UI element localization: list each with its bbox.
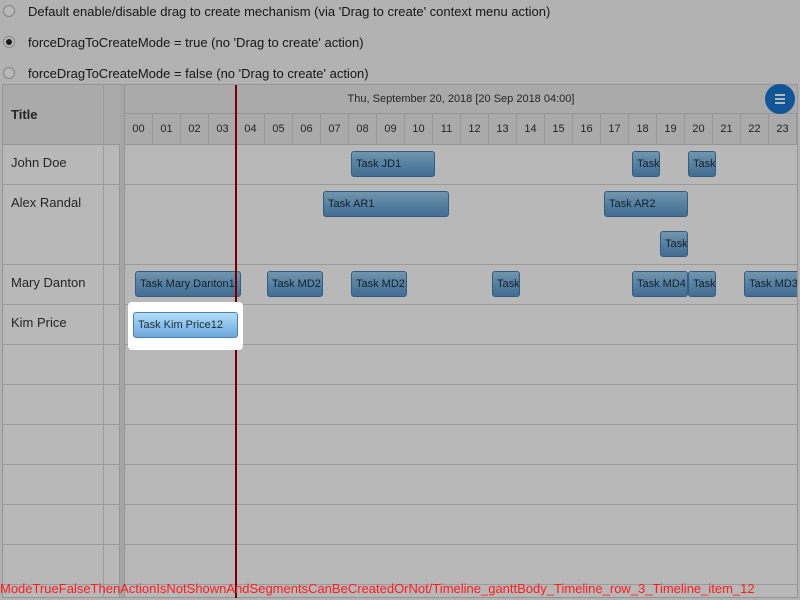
empty-row	[3, 425, 120, 465]
timeline-empty-row	[125, 505, 797, 545]
hour-label: 10	[405, 114, 433, 145]
radio-default-icon[interactable]	[3, 5, 15, 17]
resource-row-alex-randal[interactable]: Alex Randal	[3, 185, 120, 265]
hour-label: 08	[349, 114, 377, 145]
task-jd2[interactable]: Task	[632, 151, 660, 177]
empty-row	[3, 385, 120, 425]
task-jd3[interactable]: Task	[688, 151, 716, 177]
hour-label: 12	[461, 114, 489, 145]
resource-row-mary-danton[interactable]: Mary Danton	[3, 265, 120, 305]
radio-force-false-label: forceDragToCreateMode = false (no 'Drag …	[28, 65, 369, 81]
menu-icon[interactable]	[765, 84, 795, 114]
timeline-empty-row	[125, 345, 797, 385]
hour-label: 14	[517, 114, 545, 145]
hour-label: 03	[209, 114, 237, 145]
timeline-row-mary-danton[interactable]: Task Mary Danton1 Task MD2 Task MD2 Task…	[125, 265, 797, 305]
highlighted-task-card: Task Kim Price12	[128, 302, 243, 350]
resource-name: Mary Danton	[11, 275, 86, 290]
resource-name: John Doe	[11, 155, 67, 170]
task-ar2[interactable]: Task AR2	[604, 191, 688, 217]
task-md5[interactable]: Task MD4	[632, 271, 688, 297]
debug-path-text: ModeTrueFalseThenActionIsNotShownAndSegm…	[0, 581, 755, 596]
hour-label: 09	[377, 114, 405, 145]
radio-default-label: Default enable/disable drag to create me…	[28, 3, 551, 19]
empty-row	[3, 505, 120, 545]
task-md7[interactable]: Task MD3	[744, 271, 797, 297]
timeline-empty-row	[125, 465, 797, 505]
timeline-empty-row	[125, 545, 797, 585]
resource-name: Alex Randal	[11, 195, 82, 210]
hour-label: 15	[545, 114, 573, 145]
task-kim-price[interactable]: Task Kim Price12	[133, 312, 238, 338]
hour-label: 19	[657, 114, 685, 145]
hour-label: 04	[237, 114, 265, 145]
hour-label: 05	[265, 114, 293, 145]
timeline-header: Thu, September 20, 2018 [20 Sep 2018 04:…	[125, 85, 797, 145]
hour-label: 21	[713, 114, 741, 145]
hour-label: 11	[433, 114, 461, 145]
task-jd1[interactable]: Task JD1	[351, 151, 435, 177]
task-md4[interactable]: Task	[492, 271, 520, 297]
gantt-chart: Title John Doe Alex Randal Mary Danton K…	[2, 84, 798, 598]
hour-label: 01	[153, 114, 181, 145]
radio-force-true-label: forceDragToCreateMode = true (no 'Drag t…	[28, 34, 364, 50]
hour-label: 00	[125, 114, 153, 145]
empty-row	[3, 345, 120, 385]
timeline-empty-row	[125, 385, 797, 425]
task-md1[interactable]: Task Mary Danton1	[135, 271, 241, 297]
hour-label: 07	[321, 114, 349, 145]
hour-label: 18	[629, 114, 657, 145]
radio-force-true-icon[interactable]	[3, 36, 15, 48]
resource-table: Title John Doe Alex Randal Mary Danton K…	[3, 85, 120, 597]
timeline-row-alex-randal[interactable]: Task AR1 Task AR2 Task	[125, 185, 797, 265]
task-ar1[interactable]: Task AR1	[323, 191, 449, 217]
timeline-hour-row: 00 01 02 03 04 05 06 07 08 09 10 11 12 1…	[125, 113, 797, 145]
hour-label: 17	[601, 114, 629, 145]
radio-force-false-icon[interactable]	[3, 67, 15, 79]
hour-label: 23	[769, 114, 797, 145]
hour-label: 20	[685, 114, 713, 145]
timeline-empty-row	[125, 425, 797, 465]
screenshot-root: Default enable/disable drag to create me…	[0, 0, 800, 600]
hour-label: 22	[741, 114, 769, 145]
timeline-row-john-doe[interactable]: Task JD1 Task Task	[125, 145, 797, 185]
resource-row-kim-price[interactable]: Kim Price	[3, 305, 120, 345]
resource-name: Kim Price	[11, 315, 67, 330]
empty-row	[3, 465, 120, 505]
title-column-header[interactable]: Title	[11, 107, 38, 122]
task-ar3[interactable]: Task	[660, 231, 688, 257]
resource-row-john-doe[interactable]: John Doe	[3, 145, 120, 185]
hour-label: 13	[489, 114, 517, 145]
hour-label: 02	[181, 114, 209, 145]
timeline-date-label: Thu, September 20, 2018 [20 Sep 2018 04:…	[347, 93, 575, 105]
task-md6[interactable]: Task	[688, 271, 716, 297]
task-md3[interactable]: Task MD2	[351, 271, 407, 297]
task-md2[interactable]: Task MD2	[267, 271, 323, 297]
hour-label: 16	[573, 114, 601, 145]
empty-row	[3, 545, 120, 585]
hour-label: 06	[293, 114, 321, 145]
